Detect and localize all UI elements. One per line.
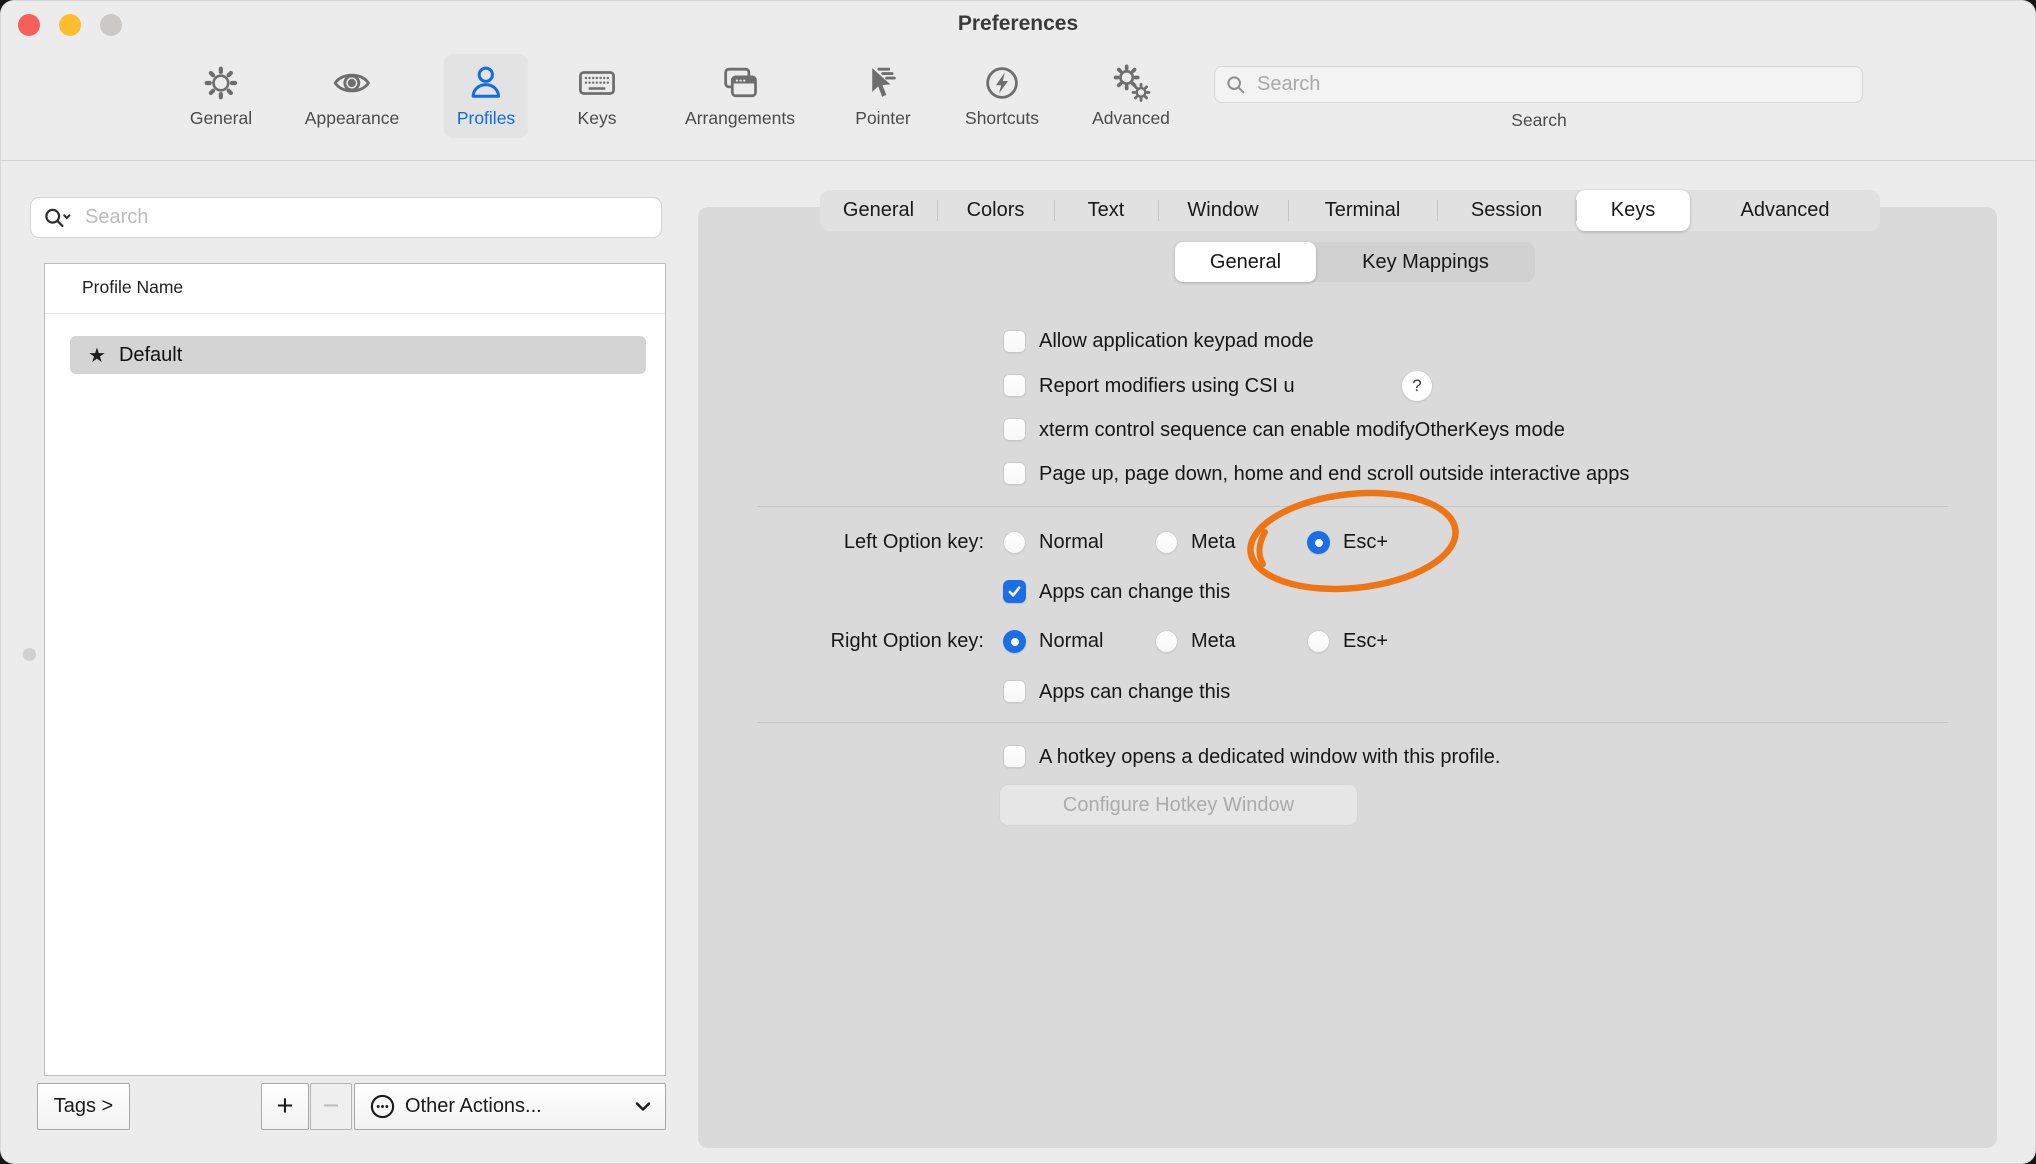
toolbar-label: Keys — [578, 108, 617, 129]
radio-label: Normal — [1039, 529, 1103, 555]
tab-session[interactable]: Session — [1437, 190, 1576, 231]
search-menu-icon — [43, 206, 73, 230]
preferences-window: Preferences General Appearance — [0, 0, 2036, 1164]
tab-advanced[interactable]: Advanced — [1690, 190, 1880, 231]
checkbox-label: A hotkey opens a dedicated window with t… — [1039, 744, 1500, 770]
toolbar-item-keys[interactable]: Keys — [562, 54, 632, 138]
other-actions-label: Other Actions... — [405, 1095, 542, 1118]
toolbar-label: Profiles — [457, 108, 515, 129]
toolbar-item-arrangements[interactable]: Arrangements — [672, 54, 808, 138]
tab-general[interactable]: General — [820, 190, 937, 231]
separator — [757, 506, 1948, 507]
profile-list-header[interactable]: Profile Name — [45, 264, 665, 314]
person-icon — [464, 61, 508, 105]
tab-keys[interactable]: Keys — [1576, 190, 1690, 231]
checkbox-label: Apps can change this — [1039, 579, 1230, 605]
subtab-general[interactable]: General — [1175, 242, 1316, 282]
checkbox-label: Allow application keypad mode — [1039, 328, 1314, 354]
profile-row-default[interactable]: ★ Default — [70, 336, 646, 374]
subtab-key-mappings[interactable]: Key Mappings — [1316, 242, 1535, 282]
page-title: Preferences — [0, 12, 2036, 36]
keyboard-icon — [575, 61, 619, 105]
eye-icon — [330, 61, 374, 105]
radio-right-option-normal[interactable] — [1003, 630, 1026, 653]
radio-label: Esc+ — [1343, 628, 1388, 654]
checkbox-modifyotherkeys[interactable] — [1003, 418, 1026, 441]
profile-name-column-header: Profile Name — [82, 277, 183, 298]
profile-settings-panel — [698, 207, 1997, 1148]
radio-left-option-meta[interactable] — [1155, 531, 1178, 554]
cursor-icon — [861, 61, 905, 105]
search-icon — [1225, 74, 1247, 96]
chevron-down-icon — [635, 1101, 651, 1112]
left-option-key-label: Left Option key: — [700, 529, 984, 555]
profile-search-field[interactable] — [30, 197, 662, 238]
checkbox-label: Apps can change this — [1039, 679, 1230, 705]
ellipsis-circle-icon — [369, 1093, 396, 1120]
radio-left-option-esc[interactable] — [1307, 531, 1330, 554]
tags-button[interactable]: Tags > — [37, 1083, 130, 1130]
checkbox-left-apps-can-change[interactable] — [1003, 580, 1026, 603]
toolbar-item-profiles[interactable]: Profiles — [444, 54, 528, 138]
radio-right-option-meta[interactable] — [1155, 630, 1178, 653]
keys-subtabs: General Key Mappings — [1175, 242, 1535, 282]
toolbar-label: Pointer — [855, 108, 910, 129]
tab-colors[interactable]: Colors — [937, 190, 1054, 231]
toolbar-search-field[interactable] — [1214, 66, 1863, 103]
add-profile-button[interactable]: + — [261, 1083, 309, 1130]
tab-text[interactable]: Text — [1054, 190, 1158, 231]
checkbox-label: Report modifiers using CSI u — [1039, 373, 1295, 399]
windows-icon — [718, 61, 762, 105]
toolbar-label: Appearance — [305, 108, 399, 129]
toolbar-label: Arrangements — [685, 108, 795, 129]
checkbox-label: xterm control sequence can enable modify… — [1039, 417, 1565, 443]
toolbar-label: Advanced — [1092, 108, 1170, 129]
radio-label: Esc+ — [1343, 529, 1388, 555]
toolbar-label: Shortcuts — [965, 108, 1039, 129]
toolbar-item-appearance[interactable]: Appearance — [292, 54, 412, 138]
tab-window[interactable]: Window — [1158, 190, 1288, 231]
radio-right-option-esc[interactable] — [1307, 630, 1330, 653]
separator — [757, 722, 1948, 723]
radio-label: Meta — [1191, 628, 1235, 654]
remove-profile-button[interactable]: − — [310, 1083, 352, 1130]
star-icon: ★ — [88, 343, 106, 368]
configure-hotkey-window-button[interactable]: Configure Hotkey Window — [1000, 785, 1357, 825]
toolbar-item-shortcuts[interactable]: Shortcuts — [952, 54, 1052, 138]
profile-name: Default — [119, 344, 182, 367]
profile-tabbar: General Colors Text Window Terminal Sess… — [820, 190, 1880, 231]
radio-left-option-normal[interactable] — [1003, 531, 1026, 554]
right-option-key-label: Right Option key: — [700, 628, 984, 654]
toolbar-item-advanced[interactable]: Advanced — [1079, 54, 1183, 138]
toolbar-search-label: Search — [1511, 110, 1566, 131]
checkbox-csi-u[interactable] — [1003, 374, 1026, 397]
checkbox-keypad-mode[interactable] — [1003, 330, 1026, 353]
other-actions-dropdown[interactable]: Other Actions... — [354, 1083, 666, 1130]
profile-list: Profile Name ★ Default — [44, 263, 666, 1076]
help-button[interactable]: ? — [1402, 371, 1432, 401]
tab-terminal[interactable]: Terminal — [1288, 190, 1437, 231]
toolbar-item-general[interactable]: General — [177, 54, 265, 138]
profile-search-input[interactable] — [83, 205, 661, 230]
checkbox-hotkey-window[interactable] — [1003, 745, 1026, 768]
checkbox-label: Page up, page down, home and end scroll … — [1039, 461, 1629, 487]
checkbox-scroll-outside[interactable] — [1003, 462, 1026, 485]
gears-icon — [1109, 61, 1153, 105]
radio-label: Meta — [1191, 529, 1235, 555]
toolbar-item-pointer[interactable]: Pointer — [842, 54, 923, 138]
bolt-circle-icon — [980, 61, 1024, 105]
gear-icon — [199, 61, 243, 105]
radio-label: Normal — [1039, 628, 1103, 654]
toolbar-divider — [0, 160, 2036, 161]
splitter-handle[interactable] — [23, 648, 36, 661]
checkbox-right-apps-can-change[interactable] — [1003, 680, 1026, 703]
toolbar-search-input[interactable] — [1255, 72, 1862, 97]
toolbar-label: General — [190, 108, 252, 129]
